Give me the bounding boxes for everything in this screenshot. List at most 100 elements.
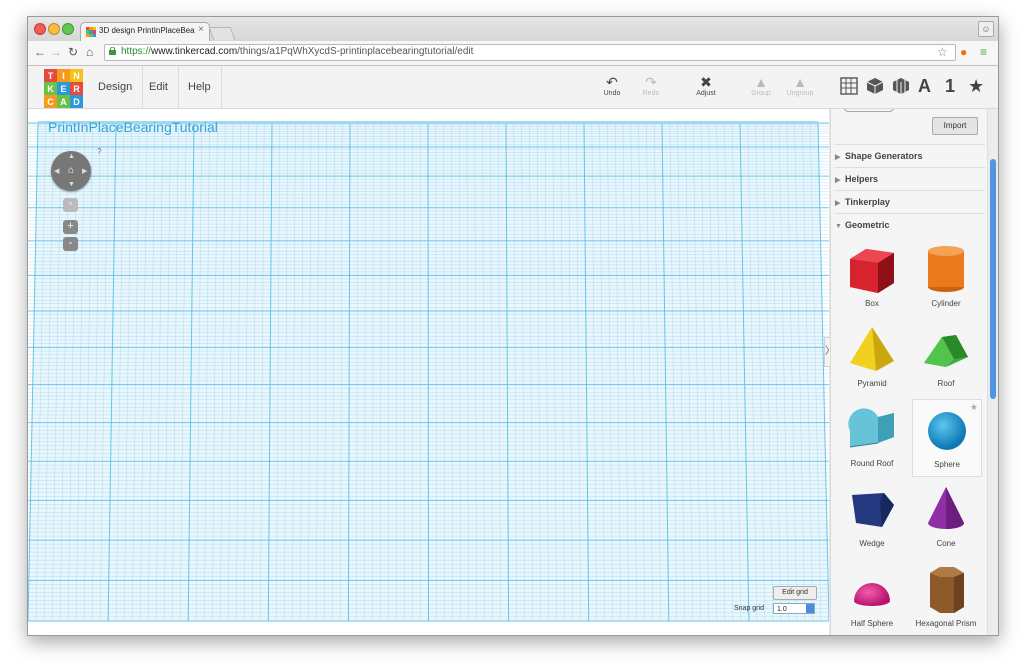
adjust-button[interactable]: ✖ Adjust [688, 74, 724, 97]
snap-grid-value: 1.0 [777, 606, 787, 613]
section-tinkerplay[interactable]: ▶ Tinkerplay [835, 190, 985, 213]
shape-wedge[interactable]: Wedge [838, 479, 906, 555]
menu-icon[interactable]: ≡ [980, 45, 987, 59]
group-icon: ▲ [754, 74, 768, 90]
sphere-icon [928, 412, 966, 450]
shape-label: Hexagonal Prism [915, 619, 977, 628]
shape-label: Box [865, 299, 879, 308]
lock-icon [109, 47, 116, 55]
group-button[interactable]: ▲ Group [743, 74, 779, 97]
workplane-grid[interactable] [28, 109, 829, 635]
ungroup-icon: ▲ [793, 74, 807, 90]
maximize-window-button[interactable] [62, 23, 74, 35]
scrollbar-thumb[interactable] [990, 159, 996, 399]
orbit-down-icon[interactable]: ▼ [68, 181, 75, 188]
shape-sphere[interactable]: ★ Sphere [912, 399, 982, 477]
section-helpers[interactable]: ▶ Helpers [835, 167, 985, 190]
adjust-icon: ✖ [700, 74, 712, 90]
orbit-right-icon[interactable]: ▶ [82, 167, 87, 175]
help-icon[interactable]: ? [97, 147, 101, 156]
import-button[interactable]: Import [932, 117, 978, 135]
browser-tab[interactable]: 3D design PrintInPlaceBearingTutorial × [80, 22, 210, 42]
expanded-triangle-icon: ▼ [835, 223, 842, 230]
home-view-icon[interactable]: ⌂ [65, 165, 77, 177]
snap-grid-label: Snap grid [734, 605, 764, 612]
shape-pyramid[interactable]: Pyramid [838, 319, 906, 395]
back-icon[interactable]: ← [34, 45, 46, 59]
shape-label: Sphere [934, 460, 960, 469]
redo-icon: ↷ [645, 74, 657, 90]
view-cube-control[interactable]: ▲ ▼ ◀ ▶ ⌂ [51, 151, 91, 191]
panel-scrollbar[interactable] [987, 109, 998, 635]
zoom-out-button[interactable]: - [63, 237, 78, 251]
shape-hexagonal-prism[interactable]: Hexagonal Prism [912, 559, 980, 635]
favorites-star-icon[interactable]: ★ [968, 76, 984, 97]
forward-icon[interactable]: → [50, 45, 62, 59]
workplane[interactable]: PrintInPlaceBearingTutorial ▲ ▼ ◀ ▶ ⌂ ? … [28, 109, 829, 635]
tab-strip: 3D design PrintInPlaceBearingTutorial × … [28, 17, 998, 42]
hexagonal-prism-icon [930, 567, 964, 613]
undo-icon: ↶ [606, 74, 618, 90]
minimize-window-button[interactable] [48, 23, 60, 35]
redo-label: Redo [642, 90, 660, 97]
text-shapes-icon[interactable]: A [918, 76, 931, 97]
extension-icon[interactable]: ● [960, 45, 967, 59]
shape-box[interactable]: Box [838, 239, 906, 315]
design-title[interactable]: PrintInPlaceBearingTutorial [48, 119, 218, 135]
menu-help[interactable]: Help [178, 66, 222, 108]
box-icon [850, 249, 894, 293]
bookmark-star-icon[interactable]: ☆ [937, 45, 948, 59]
shapes-cube-icon[interactable] [866, 77, 884, 95]
close-window-button[interactable] [34, 23, 46, 35]
shape-round-roof[interactable]: Round Roof [838, 399, 906, 475]
menu-edit[interactable]: Edit [139, 66, 179, 108]
orbit-up-icon[interactable]: ▲ [68, 153, 75, 160]
group-label: Group [751, 90, 771, 97]
undo-label: Undo [603, 90, 621, 97]
shape-half-sphere[interactable]: Half Sphere [838, 559, 906, 635]
roof-icon [924, 335, 968, 367]
tab-close-icon[interactable]: × [198, 24, 204, 35]
undo-button[interactable]: ↶ Undo [594, 74, 630, 97]
zoom-in-button[interactable]: + [63, 220, 78, 234]
pyramid-icon [850, 327, 894, 371]
browser-toolbar: ← → ↻ ⌂ https://www.tinkercad.com/things… [28, 41, 998, 66]
favorite-star-icon[interactable]: ★ [970, 402, 978, 413]
menu-design[interactable]: Design [88, 66, 144, 108]
shape-label: Cone [936, 539, 956, 548]
shape-label: Pyramid [857, 379, 887, 388]
fit-view-button[interactable]: ◦ [63, 198, 78, 212]
ungroup-button[interactable]: ▲ Ungroup [782, 74, 818, 97]
shape-label: Half Sphere [850, 619, 894, 628]
profile-icon[interactable]: ☺ [978, 21, 994, 37]
reload-icon[interactable]: ↻ [68, 45, 78, 59]
spinner-icon [806, 604, 814, 613]
wedge-icon [852, 493, 894, 527]
number-shapes-icon[interactable]: 1 [945, 76, 955, 97]
snap-grid-select[interactable]: 1.0 [773, 603, 815, 614]
url-text: https://www.tinkercad.com/things/a1PqWhX… [121, 46, 474, 57]
shape-roof[interactable]: Roof [912, 319, 980, 395]
grid-view-icon[interactable] [840, 77, 858, 95]
round-roof-icon [848, 408, 894, 448]
collapsed-triangle-icon: ▶ [835, 177, 841, 184]
tinkercad-favicon-icon [86, 27, 96, 37]
previous-panel-edge [843, 109, 895, 112]
adjust-label: Adjust [696, 90, 716, 97]
section-geometric[interactable]: ▼ Geometric [835, 213, 985, 236]
shape-cone[interactable]: Cone [912, 479, 980, 555]
home-icon[interactable]: ⌂ [86, 45, 93, 59]
tab-title: 3D design PrintInPlaceBearingTutorial [99, 26, 195, 35]
new-tab-button[interactable] [208, 27, 236, 40]
redo-button[interactable]: ↷ Redo [633, 74, 669, 97]
cone-icon [928, 487, 964, 529]
section-shape-generators[interactable]: ▶ Shape Generators [835, 144, 985, 167]
address-bar[interactable]: https://www.tinkercad.com/things/a1PqWhX… [104, 44, 956, 61]
tinkercad-logo[interactable]: T I N K E R C A D [44, 69, 84, 109]
components-icon[interactable] [892, 77, 910, 95]
browser-window: 3D design PrintInPlaceBearingTutorial × … [27, 16, 999, 636]
shape-label: Wedge [859, 539, 885, 548]
edit-grid-button[interactable]: Edit grid [773, 586, 817, 600]
shape-cylinder[interactable]: Cylinder [912, 239, 980, 315]
orbit-left-icon[interactable]: ◀ [54, 167, 59, 175]
